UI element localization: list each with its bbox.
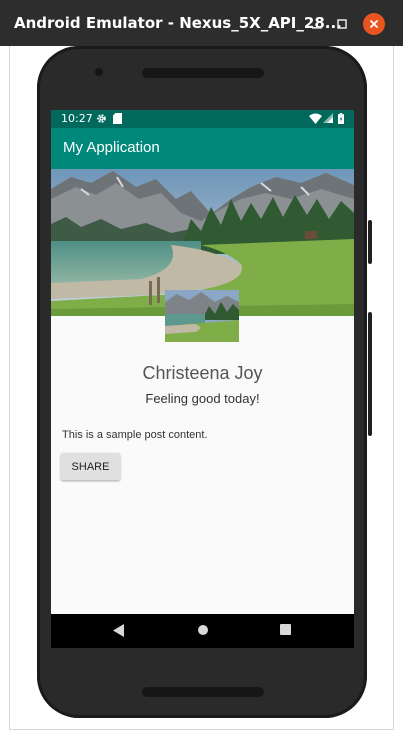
navigation-bar: [51, 614, 354, 648]
status-time: 10:27: [61, 112, 93, 125]
bottom-speaker: [142, 687, 264, 697]
device-screen: 10:27 My Application Christeena Joy Feel…: [51, 110, 354, 648]
close-icon: [369, 19, 379, 29]
volume-button[interactable]: [368, 312, 372, 436]
sd-card-icon: [113, 113, 122, 124]
share-button[interactable]: SHARE: [61, 453, 120, 480]
battery-icon: [338, 113, 344, 124]
window-title: Android Emulator - Nexus_5X_API_28...: [14, 14, 342, 32]
app-title: My Application: [63, 139, 160, 156]
cell-signal-icon: [323, 113, 333, 123]
front-camera: [95, 68, 103, 76]
close-button[interactable]: [363, 13, 385, 35]
settings-gear-icon: [97, 114, 106, 123]
profile-status: Feeling good today!: [145, 391, 260, 406]
top-speaker: [142, 68, 264, 78]
profile-image[interactable]: [165, 290, 239, 342]
back-icon[interactable]: [113, 624, 125, 637]
post-content: This is a sample post content.: [62, 429, 208, 441]
power-button[interactable]: [368, 220, 372, 264]
window-titlebar: Android Emulator - Nexus_5X_API_28...: [0, 0, 403, 46]
profile-name: Christeena Joy: [142, 363, 263, 383]
maximize-button[interactable]: [331, 13, 353, 35]
minimize-icon: [312, 27, 322, 29]
maximize-icon: [337, 19, 347, 29]
status-bar: 10:27: [51, 110, 354, 128]
wifi-icon: [309, 113, 322, 124]
recents-icon[interactable]: [280, 624, 291, 635]
minimize-button[interactable]: [306, 13, 328, 35]
home-icon[interactable]: [197, 624, 209, 636]
app-bar: My Application: [51, 128, 354, 169]
